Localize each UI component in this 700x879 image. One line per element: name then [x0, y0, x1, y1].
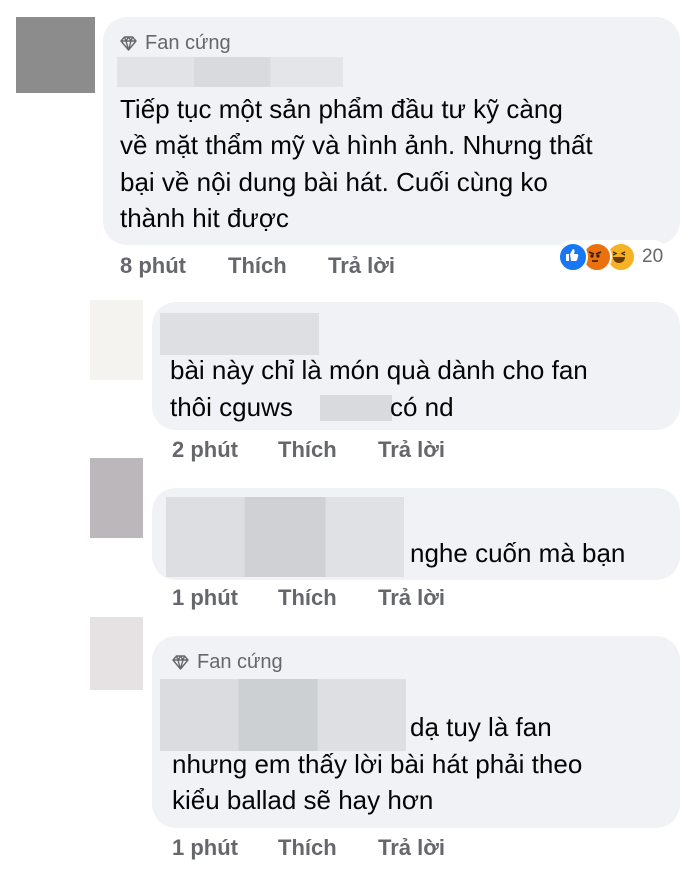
redacted-text	[320, 395, 392, 421]
like-button[interactable]: Thích	[228, 253, 287, 279]
comment-text-line: nhưng em thấy lời bài hát phải theo	[172, 749, 583, 779]
comment-text-line: về mặt thẩm mỹ và hình ảnh. Nhưng thất	[120, 130, 593, 160]
comment-text-line: thôi cguws	[170, 392, 293, 422]
avatar[interactable]	[16, 17, 95, 93]
reply-button[interactable]: Trả lời	[378, 437, 445, 463]
author-name-redacted[interactable]	[160, 313, 319, 355]
author-name-redacted[interactable]	[117, 57, 343, 87]
comment-timestamp[interactable]: 1 phút	[172, 585, 238, 611]
fan-badge: Fan cứng	[172, 651, 283, 674]
reaction-count: 20	[642, 246, 664, 267]
comment-text-line: thành hit được	[120, 203, 289, 233]
fan-badge-label: Fan cứng	[197, 651, 283, 673]
comment-text-line: Tiếp tục một sản phẩm đầu tư kỹ càng	[120, 94, 563, 124]
like-button[interactable]: Thích	[278, 437, 337, 463]
comment-text-line: bài này chỉ là món quà dành cho fan	[170, 355, 588, 385]
author-name-redacted[interactable]	[160, 679, 406, 751]
like-button[interactable]: Thích	[278, 835, 337, 861]
comment-text-line: dạ tuy là fan	[410, 712, 552, 742]
reaction-summary[interactable]: 20	[556, 240, 670, 274]
comment-timestamp[interactable]: 1 phút	[172, 835, 238, 861]
diamond-icon	[172, 655, 189, 670]
diamond-icon	[120, 36, 137, 51]
comment-text-line: nghe cuốn mà bạn	[410, 538, 626, 568]
reply-button[interactable]: Trả lời	[328, 253, 395, 279]
reply-button[interactable]: Trả lời	[378, 835, 445, 861]
author-name-redacted[interactable]	[166, 497, 404, 577]
fan-badge: Fan cứng	[120, 32, 231, 55]
comment-text-line: có nd	[390, 392, 454, 422]
comment-text-line: bại về nội dung bài hát. Cuối cùng ko	[120, 167, 548, 197]
like-reaction-icon	[558, 242, 588, 272]
comment-timestamp[interactable]: 2 phút	[172, 437, 238, 463]
comment-text-line: kiểu ballad sẽ hay hơn	[172, 785, 434, 815]
avatar[interactable]	[90, 300, 143, 380]
fan-badge-label: Fan cứng	[145, 32, 231, 54]
comment-timestamp[interactable]: 8 phút	[120, 253, 186, 279]
like-button[interactable]: Thích	[278, 585, 337, 611]
avatar[interactable]	[90, 458, 143, 538]
reply-button[interactable]: Trả lời	[378, 585, 445, 611]
avatar[interactable]	[90, 617, 143, 690]
